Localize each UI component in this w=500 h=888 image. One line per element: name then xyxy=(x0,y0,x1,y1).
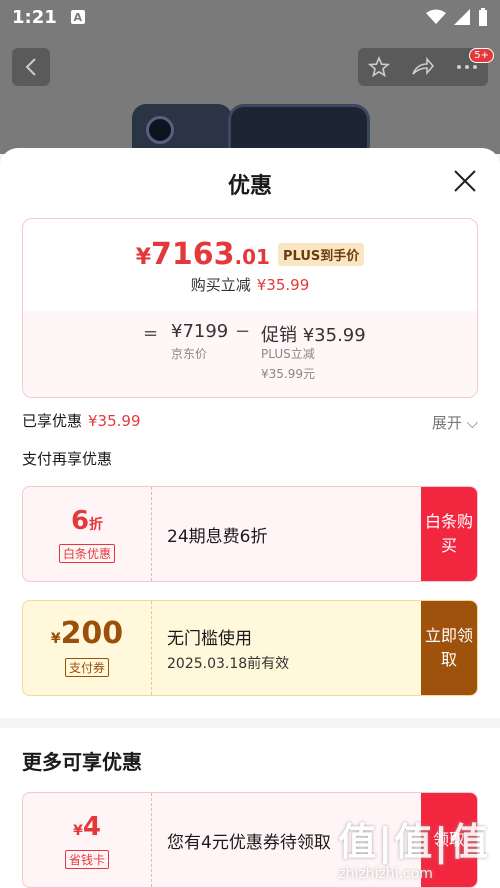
coupon-desc: 24期息费6折 xyxy=(167,526,268,547)
coupon-tag: 省钱卡 xyxy=(64,849,109,869)
watermark-logo: 值|值|值 xyxy=(338,820,490,864)
coupon-unit: ¥ xyxy=(73,822,83,839)
signal-icon xyxy=(454,9,470,25)
expand-button[interactable]: 展开 ⌵ xyxy=(432,412,478,433)
watermark-url: zhizhizhi.com xyxy=(338,866,433,882)
battery-icon xyxy=(479,8,487,26)
discount-sheet: 优惠 ¥ 7163 .01 PLUS到手价 购买立减 ¥35.99 = ¥7199… xyxy=(0,148,500,888)
baitiao-coupon: 6折 白条优惠 24期息费6折 白条购买 xyxy=(22,486,478,582)
back-button[interactable] xyxy=(12,48,50,86)
section-divider xyxy=(0,718,500,728)
promo-sub-label: PLUS立减 xyxy=(261,347,315,361)
reduction-label: 购买立减 xyxy=(190,276,251,294)
coupon-info: 无门槛使用 2025.03.18前有效 xyxy=(167,601,289,695)
coupon-amount: 200 xyxy=(60,616,124,651)
chevron-left-icon xyxy=(25,58,36,76)
watermark: 值|值|值 zhizhizhi.com xyxy=(338,811,490,882)
coupon-tag: 白条优惠 xyxy=(58,543,115,563)
coupon-value: 6折 白条优惠 xyxy=(23,487,152,581)
more-discounts-heading: 更多可享优惠 xyxy=(22,750,142,774)
wifi-icon xyxy=(426,9,446,24)
star-icon[interactable] xyxy=(368,56,391,78)
instant-reduction: 购买立减 ¥35.99 xyxy=(23,274,477,295)
promo-discount: 促销 ¥35.99 xyxy=(261,325,366,346)
price-currency: ¥ xyxy=(135,245,152,270)
price-card: ¥ 7163 .01 PLUS到手价 购买立减 ¥35.99 = ¥7199 京东… xyxy=(22,218,478,398)
pay-more-heading: 支付再享优惠 xyxy=(22,450,113,468)
message-badge: 5+ xyxy=(469,48,494,63)
final-price: ¥ 7163 .01 PLUS到手价 xyxy=(23,237,477,272)
promo-sub-value: ¥35.99元 xyxy=(261,367,315,381)
coupon-value: ¥200 支付券 xyxy=(23,601,152,695)
coupon-tag: 支付券 xyxy=(64,658,109,677)
coupon-unit: ¥ xyxy=(50,631,61,647)
coupon-amount: 4 xyxy=(82,811,101,842)
coupon-unit: 折 xyxy=(89,516,104,533)
jd-price: ¥7199 xyxy=(171,321,229,342)
minus-sign: − xyxy=(235,321,251,342)
camera-lens-graphic xyxy=(146,116,174,144)
status-bar: 1:21 A xyxy=(0,0,500,34)
app-notification-icon: A xyxy=(70,10,85,24)
price-breakdown: = ¥7199 京东价 − 促销 ¥35.99 PLUS立减 ¥35.99元 xyxy=(23,311,477,397)
coupon-expiry: 2025.03.18前有效 xyxy=(167,655,290,672)
plus-price-tag: PLUS到手价 xyxy=(277,243,365,266)
enjoyed-value: ¥35.99 xyxy=(88,412,141,430)
more-icon[interactable] xyxy=(456,64,478,70)
product-image-front xyxy=(228,104,370,154)
product-header-background: 5+ xyxy=(0,34,500,154)
baitiao-buy-button[interactable]: 白条购买 xyxy=(421,487,477,581)
equals-sign: = xyxy=(143,323,159,344)
claim-coupon-button[interactable]: 立即领取 xyxy=(421,601,477,695)
coupon-amount: 6 xyxy=(70,505,90,536)
enjoyed-label: 已享优惠 xyxy=(22,412,83,430)
payment-coupon: ¥200 支付券 无门槛使用 2025.03.18前有效 立即领取 xyxy=(22,600,478,696)
jd-price-label: 京东价 xyxy=(171,347,208,361)
reduction-value: ¥35.99 xyxy=(256,276,310,294)
price-integer: 7163 xyxy=(151,237,235,272)
sheet-title: 优惠 xyxy=(227,174,272,199)
enjoyed-discount: 已享优惠 ¥35.99 xyxy=(22,410,141,431)
close-icon[interactable] xyxy=(452,168,478,194)
price-decimal: .01 xyxy=(234,245,270,269)
coupon-value: ¥4 省钱卡 xyxy=(23,793,152,887)
coupon-desc: 您有4元优惠券待领取 xyxy=(167,832,331,853)
status-time: 1:21 xyxy=(12,6,57,28)
share-icon[interactable] xyxy=(411,56,435,78)
coupon-desc: 无门槛使用 xyxy=(167,628,252,649)
